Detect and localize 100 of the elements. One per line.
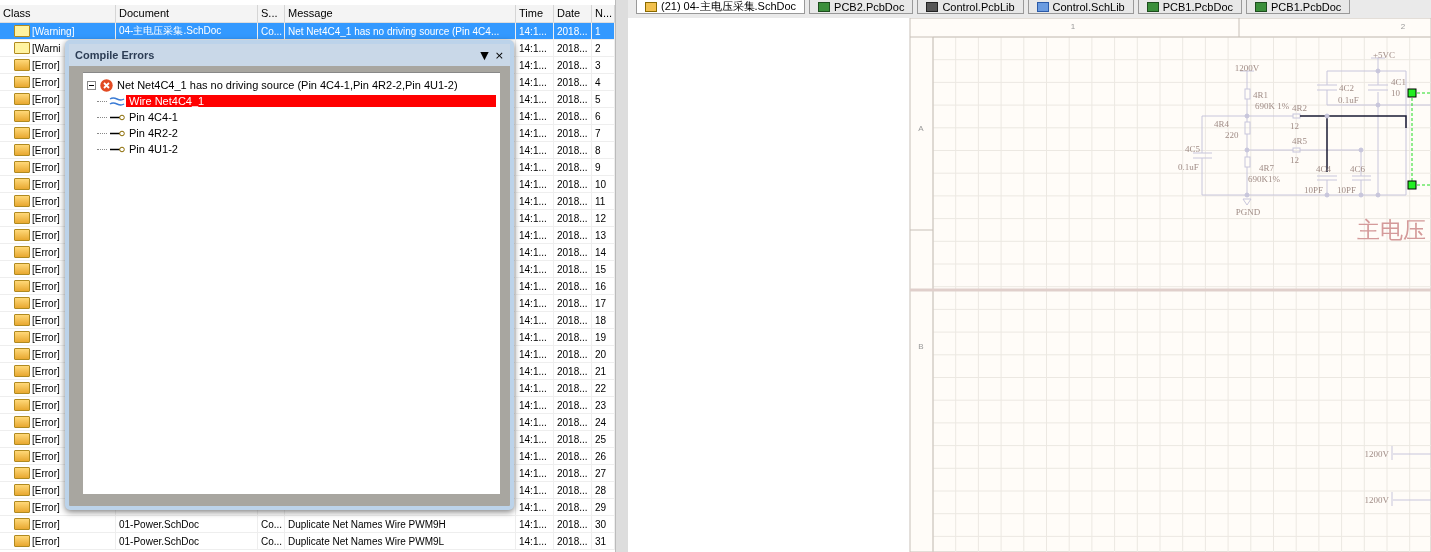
table-cell-text: 14:1... bbox=[519, 467, 547, 479]
component-label: 10PF bbox=[1337, 185, 1356, 195]
close-button[interactable]: × bbox=[492, 48, 506, 62]
table-cell-text: 14:1... bbox=[519, 501, 547, 513]
table-cell-text: 14:1... bbox=[519, 161, 547, 173]
message-row[interactable]: [Error] 01-Power.SchDoc Co... Duplicate Net Names Wire PWM9H 14:1... 2018... 30 bbox=[0, 516, 615, 533]
component-label: 4R1 bbox=[1253, 90, 1268, 100]
pin-icon bbox=[109, 144, 125, 154]
document-tab[interactable]: PCB2.PcbDoc bbox=[809, 0, 914, 14]
tree-item[interactable]: Pin 4R2-2 bbox=[126, 127, 496, 139]
table-cell-text: 14:1... bbox=[519, 93, 547, 105]
folder-icon bbox=[14, 93, 30, 105]
table-cell-text: 14:1... bbox=[519, 263, 547, 275]
column-header[interactable]: Class bbox=[0, 5, 116, 22]
table-cell-text: 21 bbox=[595, 365, 607, 377]
folder-icon bbox=[14, 144, 30, 156]
table-cell-text: 14:1... bbox=[519, 484, 547, 496]
table-cell-text: 14:1... bbox=[519, 450, 547, 462]
component-label: 690K1% bbox=[1248, 174, 1280, 184]
table-cell-text: 14:1... bbox=[519, 195, 547, 207]
folder-icon bbox=[14, 314, 30, 326]
table-cell-text: 14:1... bbox=[519, 59, 547, 71]
column-header[interactable]: Date bbox=[554, 5, 592, 22]
sheet-title: 主电压 bbox=[1357, 217, 1426, 243]
tree-item[interactable]: Wire Net4C4_1 bbox=[126, 95, 496, 107]
table-cell-text: 14:1... bbox=[519, 535, 547, 547]
table-cell-text: 6 bbox=[595, 110, 601, 122]
column-header[interactable]: S... bbox=[258, 5, 285, 22]
table-cell-text: 14:1... bbox=[519, 314, 547, 326]
document-tab[interactable]: (21) 04-主电压采集.SchDoc bbox=[636, 0, 806, 14]
table-cell-text: 2 bbox=[595, 42, 601, 54]
component-label: 0.1uF bbox=[1178, 162, 1199, 172]
table-cell-text: 2018... bbox=[557, 518, 588, 530]
message-row[interactable]: [Error] 01-Power.SchDoc Co... Duplicate Net Names Wire PWM9L 14:1... 2018... 31 bbox=[0, 533, 615, 550]
window-title: Compile Errors bbox=[75, 49, 156, 61]
folder-icon bbox=[14, 382, 30, 394]
table-cell-text: 8 bbox=[595, 144, 601, 156]
pin-icon bbox=[109, 128, 125, 138]
folder-icon bbox=[14, 280, 30, 292]
zone-label: 2 bbox=[1400, 22, 1406, 31]
table-cell-text: [Error] bbox=[32, 110, 60, 122]
error-icon bbox=[100, 78, 113, 92]
folder-icon bbox=[14, 348, 30, 360]
table-cell-text: [Error] bbox=[32, 518, 60, 530]
folder-icon bbox=[14, 42, 30, 54]
table-cell-text: 2018... bbox=[557, 280, 588, 292]
table-cell-text: [Error] bbox=[32, 246, 60, 258]
table-cell-text: 14:1... bbox=[519, 297, 547, 309]
component-label: 4R7 bbox=[1259, 163, 1274, 173]
zone-label: B bbox=[918, 342, 924, 351]
table-cell-text: [Error] bbox=[32, 161, 60, 173]
table-cell-text: 7 bbox=[595, 127, 601, 139]
table-cell-text: 19 bbox=[595, 331, 607, 343]
tree-item[interactable]: Net Net4C4_1 has no driving source (Pin 4C4-1,Pin 4R2-2,Pin 4U1-2) bbox=[117, 79, 458, 91]
table-cell-text: 14 bbox=[595, 246, 607, 258]
tree-item[interactable]: Pin 4C4-1 bbox=[126, 111, 496, 123]
table-cell-text: 2018... bbox=[557, 246, 588, 258]
table-cell-text: 2018... bbox=[557, 76, 588, 88]
folder-icon bbox=[14, 535, 30, 547]
table-cell-text: 2018... bbox=[557, 348, 588, 360]
document-tab[interactable]: Control.PcbLib bbox=[917, 0, 1024, 14]
table-cell-text: 24 bbox=[595, 416, 607, 428]
component-label: 220 bbox=[1225, 130, 1239, 140]
table-cell-text: 2018... bbox=[557, 127, 588, 139]
folder-icon bbox=[14, 433, 30, 445]
table-cell-text: [Error] bbox=[32, 144, 60, 156]
document-tab[interactable]: PCB1.PcbDoc bbox=[1246, 0, 1351, 14]
table-cell-text: Co... bbox=[261, 518, 283, 530]
collapse-toggle[interactable] bbox=[87, 80, 96, 90]
folder-icon bbox=[14, 484, 30, 496]
document-tab[interactable]: PCB1.PcbDoc bbox=[1137, 0, 1243, 14]
component-label: 4C5 bbox=[1185, 144, 1200, 154]
table-cell-text: 2018... bbox=[557, 297, 588, 309]
table-cell-text: Duplicate Net Names Wire PWM9L bbox=[288, 535, 445, 547]
table-cell-text: 25 bbox=[595, 433, 607, 445]
table-cell-text: 14:1... bbox=[519, 178, 547, 190]
component-label: 1200V bbox=[1234, 63, 1260, 73]
table-cell-text: 14:1... bbox=[519, 399, 547, 411]
menu-button[interactable]: ▼ bbox=[478, 48, 491, 62]
folder-icon bbox=[14, 518, 30, 530]
folder-icon bbox=[14, 501, 30, 513]
tree-item[interactable]: Pin 4U1-2 bbox=[126, 143, 496, 155]
column-header[interactable]: Message bbox=[285, 5, 516, 22]
column-header[interactable]: Document bbox=[116, 5, 258, 22]
table-cell-text: [Error] bbox=[32, 365, 60, 377]
table-cell-text: 11 bbox=[595, 195, 606, 207]
table-cell-text: 22 bbox=[595, 382, 607, 394]
table-cell-text: 2018... bbox=[557, 59, 588, 71]
component-label: 12 bbox=[1290, 121, 1299, 131]
table-cell-text: [Error] bbox=[32, 263, 60, 275]
component-label: 12 bbox=[1290, 155, 1299, 165]
table-cell-text: 14:1... bbox=[519, 416, 547, 428]
pcb-document-icon bbox=[1255, 1, 1268, 12]
column-header[interactable]: Time bbox=[516, 5, 554, 22]
table-cell-text: [Warni bbox=[32, 42, 61, 54]
folder-icon bbox=[14, 331, 30, 343]
table-cell-text: 2018... bbox=[557, 450, 588, 462]
table-cell-text: 2018... bbox=[557, 25, 588, 37]
document-tab[interactable]: Control.SchLib bbox=[1027, 0, 1134, 14]
table-cell-text: 2018... bbox=[557, 263, 588, 275]
